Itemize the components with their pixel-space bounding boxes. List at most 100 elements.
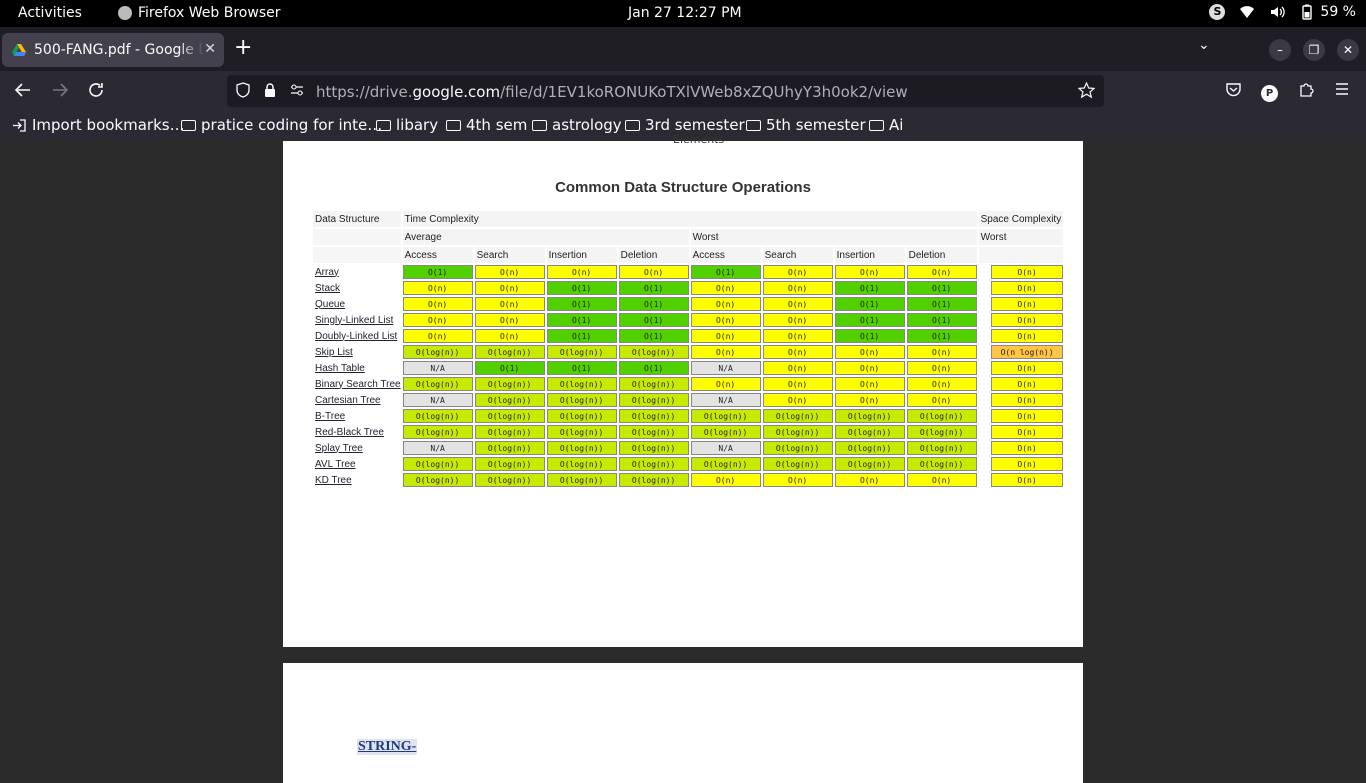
section-heading: STRING- [357,739,418,755]
complexity-cell: O(n) [990,425,1064,439]
complexity-cell: O(log(n)) [474,377,545,391]
permissions-icon[interactable] [289,82,305,102]
restore-button[interactable]: ❐ [1303,39,1325,61]
header-deletion: Deletion [906,247,977,263]
complexity-cell: O(log(n)) [402,425,473,439]
data-structure-link[interactable]: Queue [313,297,401,311]
complexity-cell: O(n) [906,473,977,487]
complexity-cell: O(n) [834,377,905,391]
spacer [979,313,989,327]
complexity-cell: O(1) [474,361,545,375]
folder-icon [181,119,196,131]
close-window-button[interactable]: ✕ [1337,39,1359,61]
tab-500-fang-pdf[interactable]: 500-FANG.pdf - Google Drive ✕ [2,33,224,67]
lock-icon[interactable] [262,82,278,102]
data-structure-link[interactable]: Singly-Linked List [313,313,401,327]
bookmark-folder-astrology[interactable]: astrology [532,116,622,134]
complexity-cell: O(n) [762,377,833,391]
forward-button[interactable] [51,81,69,104]
complexity-cell: O(log(n)) [474,393,545,407]
complexity-cell: O(log(n)) [474,473,545,487]
complexity-cell: O(log(n)) [402,345,473,359]
complexity-cell: O(n) [762,473,833,487]
new-tab-button[interactable]: + [234,36,252,60]
clock[interactable]: Jan 27 12:27 PM [628,5,742,21]
bookmark-folder-ai[interactable]: Ai [869,116,903,134]
data-structure-link[interactable]: Skip List [313,345,401,359]
complexity-cell: O(log(n)) [474,409,545,423]
pdf-page: STRING- [283,663,1083,783]
complexity-cell: O(n) [762,313,833,327]
complexity-cell: O(log(n)) [618,345,689,359]
data-structure-link[interactable]: Red-Black Tree [313,425,401,439]
google-drive-icon [12,44,26,56]
pdf-viewer[interactable]: Elements Common Data Structure Operation… [0,133,1366,783]
tab-title: 500-FANG.pdf - Google Drive [34,42,204,58]
spacer [979,441,989,455]
complexity-cell: O(n) [990,281,1064,295]
complexity-cell: O(n) [906,265,977,279]
complexity-cell: O(1) [546,361,617,375]
complexity-cell: O(n) [474,265,545,279]
spacer [979,425,989,439]
complexity-cell: O(log(n)) [762,441,833,455]
shield-icon[interactable] [235,82,251,102]
address-bar[interactable]: https://drive.google.com/file/d/1EV1koRO… [227,75,1104,107]
complexity-cell: O(n) [990,377,1064,391]
data-structure-link[interactable]: Splay Tree [313,441,401,455]
pocket-icon[interactable] [1225,81,1242,103]
bookmark-folder-5th-semester[interactable]: 5th semester [746,116,866,134]
complexity-cell: O(1) [402,265,473,279]
data-structure-link[interactable]: Doubly-Linked List [313,329,401,343]
url-text[interactable]: https://drive.google.com/file/d/1EV1koRO… [316,83,908,101]
bookmark-import[interactable]: Import bookmarks… [12,116,185,134]
profile-avatar-icon[interactable]: P [1261,81,1278,102]
header-access: Access [690,247,761,263]
data-structure-link[interactable]: Hash Table [313,361,401,375]
data-structure-link[interactable]: Array [313,265,401,279]
tab-close-icon[interactable]: ✕ [204,41,216,57]
spacer [979,393,989,407]
app-menu[interactable]: Firefox Web Browser [118,5,281,21]
list-all-tabs-button[interactable]: ⌄ [1198,37,1210,53]
complexity-cell: O(log(n)) [762,425,833,439]
complexity-cell: O(1) [618,313,689,327]
data-structure-link[interactable]: Stack [313,281,401,295]
skype-icon: S [1209,4,1226,20]
table-row: Queue O(n) O(n) O(1) O(1) O(n) O(n) O(1) O(1) O(n… [313,297,1064,311]
complexity-cell: O(1) [546,281,617,295]
header-blank [313,229,401,245]
spacer [979,361,989,375]
minimize-button[interactable]: – [1269,39,1291,61]
complexity-cell: O(n) [762,345,833,359]
back-button[interactable] [14,81,32,104]
complexity-cell: O(1) [834,281,905,295]
complexity-cell: O(n) [402,297,473,311]
complexity-cell: O(1) [546,329,617,343]
extensions-icon[interactable] [1298,81,1315,103]
bookmark-star-icon[interactable] [1077,81,1096,103]
complexity-cell: O(log(n)) [618,377,689,391]
spacer [979,281,989,295]
complexity-cell: O(log(n)) [618,441,689,455]
complexity-cell: O(n) [834,345,905,359]
header-search: Search [762,247,833,263]
complexity-cell: O(n) [990,441,1064,455]
system-tray[interactable]: S 59 % [1209,4,1356,20]
bookmark-folder-pratice-coding[interactable]: pratice coding for inte… [181,116,382,134]
bookmark-folder-3rd-semester[interactable]: 3rd semester [625,116,745,134]
complexity-cell: O(1) [546,297,617,311]
complexity-cell: O(log(n)) [906,425,977,439]
menu-icon[interactable] [1334,81,1350,102]
data-structure-link[interactable]: AVL Tree [313,457,401,471]
reload-button[interactable] [87,81,105,104]
data-structure-link[interactable]: KD Tree [313,473,401,487]
complexity-cell: O(1) [906,329,977,343]
complexity-cell: O(n) [906,393,977,407]
data-structure-link[interactable]: B-Tree [313,409,401,423]
data-structure-link[interactable]: Binary Search Tree [313,377,401,391]
activities-button[interactable]: Activities [18,5,82,21]
bookmark-folder-libary[interactable]: libary [376,116,438,134]
bookmark-folder-4th-sem[interactable]: 4th sem [446,116,527,134]
data-structure-link[interactable]: Cartesian Tree [313,393,401,407]
